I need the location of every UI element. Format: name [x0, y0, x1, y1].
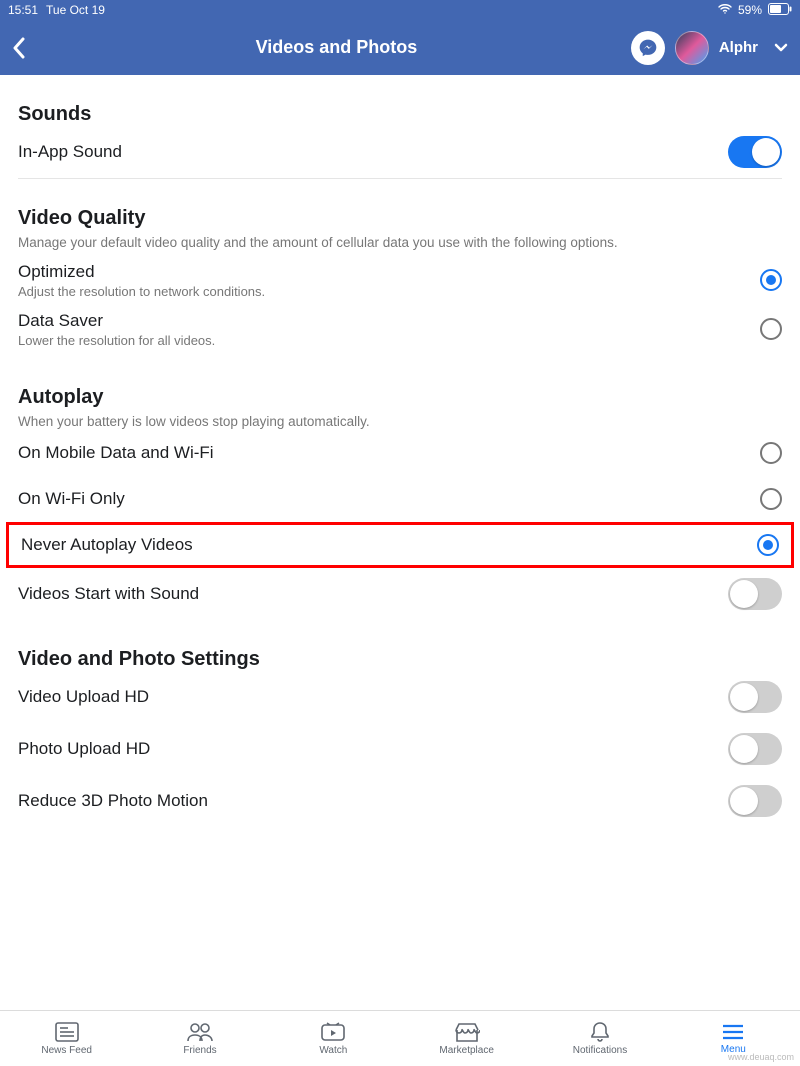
- toggle-start-with-sound[interactable]: [728, 578, 782, 610]
- row-wifi-only[interactable]: On Wi-Fi Only: [18, 476, 782, 522]
- section-video-photo-settings: Video and Photo Settings Video Upload HD…: [18, 620, 782, 827]
- label-mobile-wifi: On Mobile Data and Wi-Fi: [18, 443, 748, 463]
- toggle-video-upload-hd[interactable]: [728, 681, 782, 713]
- profile-dropdown-button[interactable]: [774, 39, 788, 57]
- messenger-icon: [638, 38, 658, 58]
- row-video-upload-hd[interactable]: Video Upload HD: [18, 671, 782, 723]
- watch-icon: [320, 1021, 346, 1043]
- radio-data-saver[interactable]: [760, 318, 782, 340]
- label-wifi-only: On Wi-Fi Only: [18, 489, 748, 509]
- section-autoplay: Autoplay When your battery is low videos…: [18, 358, 782, 621]
- messenger-button[interactable]: [631, 31, 665, 65]
- section-title-video-photo-settings: Video and Photo Settings: [18, 648, 782, 671]
- label-start-with-sound: Videos Start with Sound: [18, 584, 716, 604]
- row-optimized[interactable]: Optimized Adjust the resolution to netwo…: [18, 252, 782, 305]
- section-sounds: Sounds In-App Sound: [18, 75, 782, 179]
- row-in-app-sound[interactable]: In-App Sound: [18, 126, 782, 179]
- row-reduce-3d[interactable]: Reduce 3D Photo Motion: [18, 775, 782, 827]
- radio-optimized[interactable]: [760, 269, 782, 291]
- highlight-never-autoplay: Never Autoplay Videos: [6, 522, 794, 568]
- battery-text: 59%: [738, 3, 762, 17]
- row-data-saver[interactable]: Data Saver Lower the resolution for all …: [18, 305, 782, 358]
- wifi-icon: [718, 3, 732, 17]
- watermark: www.deuaq.com: [728, 1052, 794, 1062]
- notifications-icon: [589, 1021, 611, 1043]
- section-desc-autoplay: When your battery is low videos stop pla…: [18, 413, 782, 431]
- nav-bar: Videos and Photos Alphr: [0, 20, 800, 75]
- news-feed-icon: [54, 1021, 80, 1043]
- status-date: Tue Oct 19: [46, 3, 105, 17]
- row-photo-upload-hd[interactable]: Photo Upload HD: [18, 723, 782, 775]
- label-video-upload-hd: Video Upload HD: [18, 687, 716, 707]
- radio-mobile-wifi[interactable]: [760, 442, 782, 464]
- section-video-quality: Video Quality Manage your default video …: [18, 179, 782, 358]
- avatar[interactable]: [675, 31, 709, 65]
- radio-wifi-only[interactable]: [760, 488, 782, 510]
- menu-icon: [721, 1022, 745, 1042]
- section-title-autoplay: Autoplay: [18, 386, 782, 409]
- status-bar: 15:51 Tue Oct 19 59%: [0, 0, 800, 20]
- tab-label-friends: Friends: [183, 1045, 216, 1056]
- toggle-in-app-sound[interactable]: [728, 136, 782, 168]
- tab-label-marketplace: Marketplace: [439, 1045, 493, 1056]
- tab-watch[interactable]: Watch: [267, 1011, 400, 1066]
- toggle-reduce-3d[interactable]: [728, 785, 782, 817]
- marketplace-icon: [454, 1021, 480, 1043]
- section-desc-video-quality: Manage your default video quality and th…: [18, 234, 782, 252]
- tab-notifications[interactable]: Notifications: [533, 1011, 666, 1066]
- label-reduce-3d: Reduce 3D Photo Motion: [18, 791, 716, 811]
- row-never-autoplay[interactable]: Never Autoplay Videos: [21, 525, 779, 565]
- profile-name: Alphr: [719, 39, 758, 56]
- settings-content: Sounds In-App Sound Video Quality Manage…: [0, 75, 800, 827]
- label-photo-upload-hd: Photo Upload HD: [18, 739, 716, 759]
- label-in-app-sound: In-App Sound: [18, 142, 716, 162]
- row-start-with-sound[interactable]: Videos Start with Sound: [18, 568, 782, 620]
- label-optimized: Optimized: [18, 262, 748, 282]
- desc-optimized: Adjust the resolution to network conditi…: [18, 284, 748, 299]
- tab-friends[interactable]: Friends: [133, 1011, 266, 1066]
- tab-news-feed[interactable]: News Feed: [0, 1011, 133, 1066]
- desc-data-saver: Lower the resolution for all videos.: [18, 333, 748, 348]
- toggle-photo-upload-hd[interactable]: [728, 733, 782, 765]
- tab-marketplace[interactable]: Marketplace: [400, 1011, 533, 1066]
- row-mobile-wifi[interactable]: On Mobile Data and Wi-Fi: [18, 430, 782, 476]
- status-time: 15:51: [8, 3, 38, 17]
- battery-icon: [768, 3, 792, 18]
- page-title: Videos and Photos: [42, 37, 631, 58]
- radio-never-autoplay[interactable]: [757, 534, 779, 556]
- back-button[interactable]: [12, 37, 42, 59]
- chevron-down-icon: [774, 43, 788, 52]
- friends-icon: [186, 1021, 214, 1043]
- section-title-sounds: Sounds: [18, 103, 782, 126]
- section-title-video-quality: Video Quality: [18, 207, 782, 230]
- label-data-saver: Data Saver: [18, 311, 748, 331]
- label-never-autoplay: Never Autoplay Videos: [21, 535, 745, 555]
- tab-bar: News Feed Friends Watch Marketplace Noti…: [0, 1010, 800, 1066]
- tab-label-news-feed: News Feed: [41, 1045, 92, 1056]
- chevron-left-icon: [12, 37, 26, 59]
- tab-label-notifications: Notifications: [573, 1045, 627, 1056]
- tab-label-watch: Watch: [319, 1045, 347, 1056]
